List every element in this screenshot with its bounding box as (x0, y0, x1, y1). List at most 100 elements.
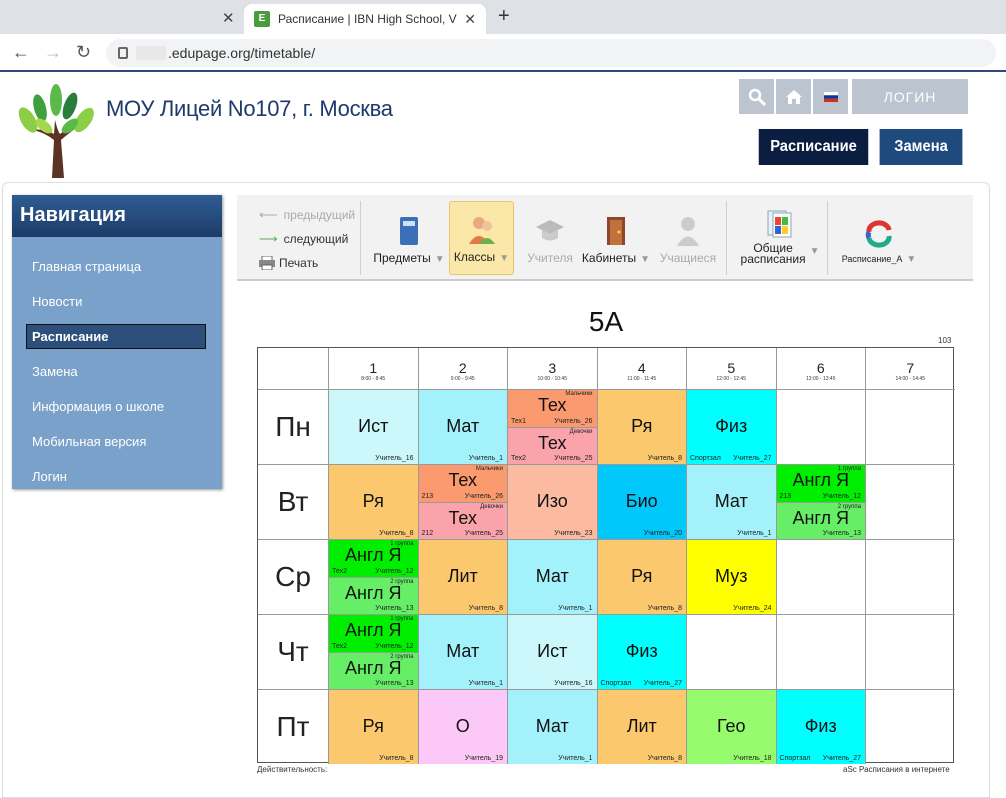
lesson-cell[interactable]: Тех Мальчики 213 Учитель_26 (417, 464, 507, 502)
lesson-subject: Ист (358, 416, 389, 436)
nav-item-label: Главная страница (32, 259, 142, 274)
period-header: 4 11:00 - 11:45 (596, 348, 687, 389)
nav-item-school-info[interactable]: Информация о школе (12, 389, 222, 424)
lesson-cell[interactable]: Лит Учитель_8 (596, 689, 686, 764)
lesson-cell[interactable]: Ист Учитель_16 (328, 389, 418, 464)
lesson-cell[interactable]: Ист Учитель_16 (507, 614, 597, 689)
period-number: 7 (906, 360, 915, 376)
subjects-tool[interactable]: Предметы ▼ (371, 201, 447, 275)
students-tool[interactable]: Учащиеся (656, 201, 720, 275)
edupage-favicon-icon: E (254, 11, 270, 27)
lesson-cell[interactable]: Ря Учитель_8 (596, 539, 686, 614)
lesson-cell[interactable]: Англ Я1 группа 213 Учитель_12 (775, 464, 865, 502)
lesson-cell[interactable]: Мат Учитель_1 (686, 464, 776, 539)
timetable-button[interactable]: Расписание (758, 129, 869, 165)
lesson-cell[interactable]: Тех Девочки 212 Учитель_25 (417, 501, 507, 539)
lesson-cell[interactable]: Англ Я2 группа Учитель_13 (328, 576, 418, 614)
home-button[interactable] (776, 79, 811, 114)
rooms-tool[interactable]: Кабинеты ▼ (578, 201, 654, 275)
period-number: 6 (816, 360, 825, 376)
lesson-teacher: Учитель_20 (643, 530, 682, 537)
lesson-cell[interactable]: Изо Учитель_23 (507, 464, 597, 539)
lesson-room: Спортзал (600, 680, 632, 687)
login-button[interactable]: ЛОГИН (852, 79, 968, 114)
lesson-cell[interactable]: Тех Девочки Тех2 Учитель_25 (507, 426, 597, 464)
subjects-label: Предметы (373, 251, 431, 265)
back-icon[interactable]: ← (12, 42, 30, 63)
forward-icon[interactable]: → (44, 42, 62, 63)
substitution-button[interactable]: Замена (879, 129, 963, 165)
lesson-cell[interactable]: Мат Учитель_1 (507, 539, 597, 614)
lesson-group: Девочки (569, 428, 593, 435)
tree-logo-icon (18, 84, 94, 178)
toolbar-separator (360, 201, 361, 275)
close-tab-icon[interactable]: ✕ (222, 9, 235, 27)
url-input[interactable]: .edupage.org/timetable/ (106, 39, 996, 67)
general-timetables-tool[interactable]: Общие расписания ▼ (735, 201, 825, 275)
browser-tab[interactable]: E Расписание | IBN High School, V ✕ (244, 4, 486, 34)
new-tab-icon[interactable]: + (498, 5, 510, 28)
redacted-subdomain (136, 46, 166, 60)
lesson-cell[interactable]: Мат Учитель_1 (417, 389, 507, 464)
lesson-cell[interactable]: Тех Мальчики Тех1 Учитель_26 (507, 389, 597, 427)
lesson-cell[interactable]: Англ Я2 группа Учитель_13 (328, 651, 418, 689)
previous-button[interactable]: ⟵ предыдущий (259, 203, 355, 227)
lesson-subject: Англ Я (792, 507, 850, 528)
version-tool[interactable]: Расписание_А ▼ (837, 201, 921, 275)
lesson-cell[interactable]: Мат Учитель_1 (507, 689, 597, 764)
lesson-subject: Англ Я (344, 545, 402, 565)
lesson-cell[interactable]: Англ Я2 группа Учитель_13 (775, 501, 865, 539)
lesson-cell[interactable]: Ря Учитель_8 (328, 689, 418, 764)
period-header: 2 9:00 - 9:45 (417, 348, 508, 389)
lesson-cell[interactable]: Ря Учитель_8 (328, 464, 418, 539)
lesson-room: Тех2 (332, 567, 348, 575)
period-time: 10:00 - 10:45 (537, 376, 567, 382)
lesson-cell[interactable]: Био Учитель_20 (596, 464, 686, 539)
nav-item-label: Новости (32, 294, 83, 309)
lesson-subject: О (455, 716, 470, 736)
period-time: 12:00 - 12:45 (716, 376, 746, 382)
lesson-teacher: Учитель_13 (375, 680, 414, 687)
asc-credit-link[interactable]: aSc Расписания в интернете (843, 765, 950, 774)
search-button[interactable] (739, 79, 774, 114)
nav-item-home[interactable]: Главная страница (12, 249, 222, 284)
lesson-subject: Тех (537, 395, 567, 415)
lesson-cell[interactable]: Мат Учитель_1 (417, 614, 507, 689)
next-button[interactable]: ⟶ следующий (259, 227, 355, 251)
lesson-cell[interactable]: Англ Я1 группа Тех2 Учитель_12 (328, 539, 418, 577)
close-tab-icon[interactable]: ✕ (464, 11, 476, 28)
lesson-cell[interactable]: Лит Учитель_8 (417, 539, 507, 614)
lesson-room: Тех2 (511, 455, 527, 462)
lesson-teacher: Учитель_8 (379, 530, 414, 537)
teachers-tool[interactable]: Учителя (518, 201, 582, 275)
toolbar-left: ⟵ предыдущий ⟶ следующий Печать (259, 203, 355, 275)
school-name[interactable]: МОУ Лицей No107, г. Москва (106, 96, 393, 122)
classes-tool[interactable]: Классы ▼ (449, 201, 514, 275)
nav-item-news[interactable]: Новости (12, 284, 222, 319)
lesson-cell[interactable]: Физ Спортзал Учитель_27 (596, 614, 686, 689)
lesson-cell[interactable]: Муз Учитель_24 (686, 539, 776, 614)
lesson-subject: Муз (715, 566, 748, 586)
nav-item-login[interactable]: Логин (12, 459, 222, 494)
period-header: 3 10:00 - 10:45 (507, 348, 597, 389)
lesson-subject: Био (625, 491, 658, 511)
nav-item-label: Мобильная версия (32, 434, 147, 449)
lesson-cell[interactable]: Гео Учитель_18 (686, 689, 776, 764)
period-time: 8:00 - 8:45 (361, 376, 386, 382)
lesson-cell[interactable]: Ря Учитель_8 (596, 389, 686, 464)
lesson-cell[interactable]: Англ Я1 группа Тех2 Учитель_12 (328, 614, 418, 652)
print-button[interactable]: Печать (259, 251, 355, 275)
empty-cell (775, 614, 865, 689)
arrow-left-icon: ⟵ (259, 207, 278, 222)
reload-icon[interactable]: ↻ (76, 42, 91, 63)
lesson-cell[interactable]: Физ Спортзал Учитель_27 (775, 689, 865, 764)
nav-item-timetable[interactable]: Расписание (12, 319, 222, 354)
lesson-subject: Тех (537, 432, 567, 453)
language-button[interactable] (813, 79, 848, 114)
nav-item-substitution[interactable]: Замена (12, 354, 222, 389)
nav-item-mobile[interactable]: Мобильная версия (12, 424, 222, 459)
lesson-cell[interactable]: О Учитель_19 (417, 689, 507, 764)
empty-cell (775, 539, 865, 614)
lesson-cell[interactable]: Физ Спортзал Учитель_27 (686, 389, 776, 464)
lesson-teacher: Учитель_1 (468, 455, 503, 462)
